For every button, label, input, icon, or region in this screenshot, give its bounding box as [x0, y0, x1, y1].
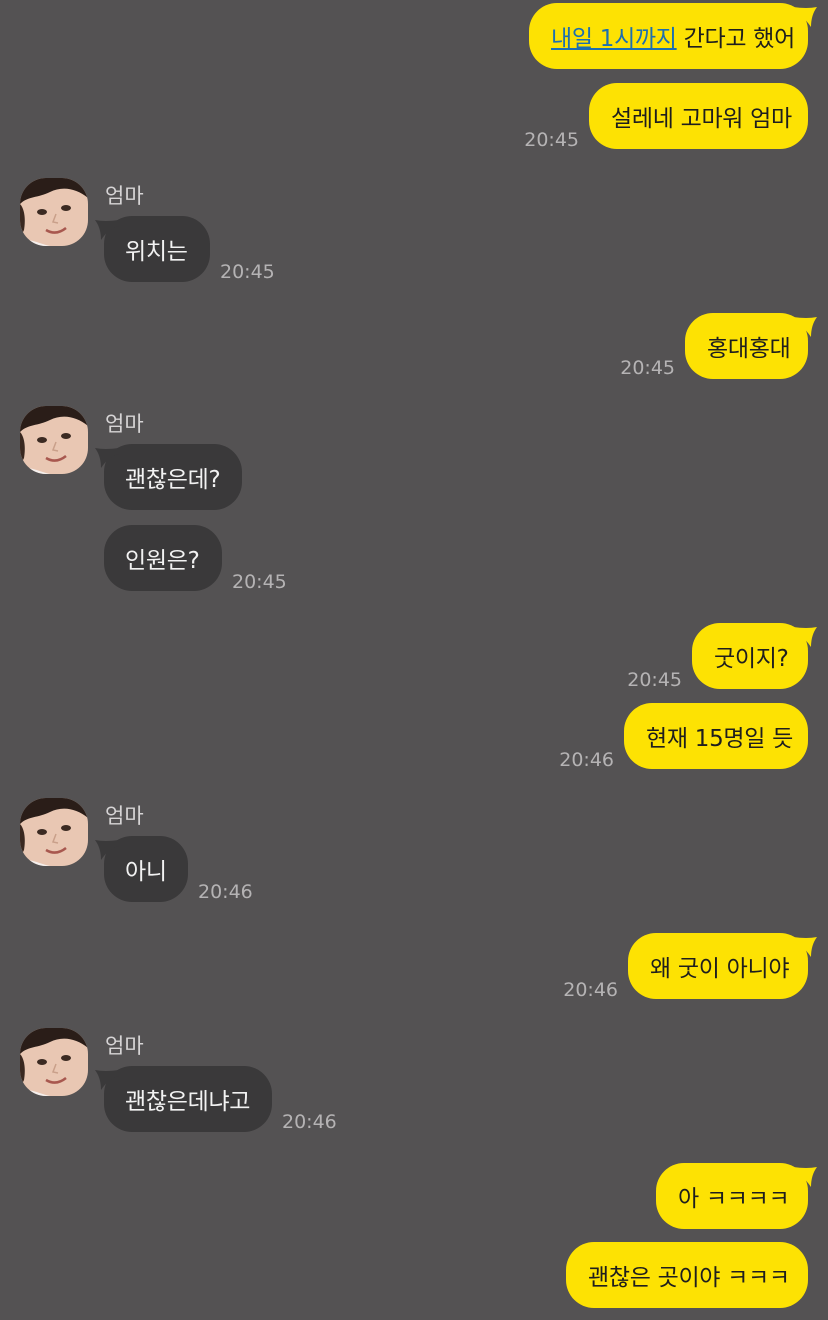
my-message-bubble[interactable]: 괜찮은 곳이야 ㅋㅋㅋ: [566, 1242, 808, 1308]
my-message-bubble[interactable]: 홍대홍대: [685, 313, 817, 379]
my-message-bubble[interactable]: 현재 15명일 듯: [624, 703, 808, 769]
message-timestamp: 20:46: [198, 881, 253, 903]
message-link[interactable]: 내일 1시까지: [551, 19, 677, 53]
their-message-bubble[interactable]: 아니: [95, 836, 188, 902]
my-message-bubble[interactable]: 왜 굿이 아니야: [628, 933, 817, 999]
sender-name: 엄마: [105, 184, 144, 208]
bubble-tail-icon: [793, 937, 817, 957]
their-message-bubble[interactable]: 인원은?: [104, 525, 222, 591]
message-timestamp: 20:46: [282, 1111, 337, 1133]
avatar[interactable]: [20, 406, 88, 474]
bubble-tail-icon: [793, 627, 817, 647]
bubble-tail-icon: [95, 448, 119, 468]
their-message-bubble[interactable]: 괜찮은데냐고: [95, 1066, 272, 1132]
their-message-bubble[interactable]: 위치는: [95, 216, 210, 282]
my-message-bubble[interactable]: 아 ㅋㅋㅋㅋ: [656, 1163, 817, 1229]
bubble-tail-icon: [793, 7, 817, 27]
message-text: 아니: [125, 859, 167, 885]
avatar-image: [20, 798, 88, 866]
their-message-bubble[interactable]: 괜찮은데?: [95, 444, 242, 510]
message-text: 홍대홍대: [707, 336, 791, 362]
my-message-bubble[interactable]: 굿이지?: [692, 623, 817, 689]
my-message-bubble[interactable]: 설레네 고마워 엄마: [589, 83, 808, 149]
message-timestamp: 20:45: [220, 261, 275, 283]
message-text: 간다고 했어: [676, 26, 796, 52]
message-text: 위치는: [125, 239, 188, 265]
avatar[interactable]: [20, 178, 88, 246]
message-timestamp: 20:45: [524, 129, 579, 151]
message-timestamp: 20:45: [620, 357, 675, 379]
message-text: 굿이지?: [714, 646, 789, 672]
message-timestamp: 20:45: [232, 571, 287, 593]
avatar-image: [20, 178, 88, 246]
message-text: 설레네 고마워 엄마: [611, 106, 792, 132]
message-text: 괜찮은데냐고: [125, 1089, 251, 1115]
sender-name: 엄마: [105, 412, 144, 436]
my-message-bubble[interactable]: 내일 1시까지 간다고 했어: [529, 3, 817, 69]
bubble-tail-icon: [793, 1167, 817, 1187]
message-text: 괜찮은 곳이야 ㅋㅋㅋ: [588, 1265, 790, 1291]
bubble-tail-icon: [95, 1070, 119, 1090]
bubble-tail-icon: [95, 220, 119, 240]
avatar-image: [20, 1028, 88, 1096]
message-text: 왜 굿이 아니야: [650, 956, 790, 982]
message-text: 인원은?: [125, 548, 200, 574]
avatar-image: [20, 406, 88, 474]
message-text: 아 ㅋㅋㅋㅋ: [678, 1186, 790, 1212]
sender-name: 엄마: [105, 1034, 144, 1058]
message-timestamp: 20:46: [559, 749, 614, 771]
message-text: 괜찮은데?: [125, 467, 221, 493]
bubble-tail-icon: [95, 840, 119, 860]
sender-name: 엄마: [105, 804, 144, 828]
avatar[interactable]: [20, 798, 88, 866]
message-text: 현재 15명일 듯: [646, 726, 793, 752]
message-timestamp: 20:46: [563, 979, 618, 1001]
bubble-tail-icon: [793, 317, 817, 337]
avatar[interactable]: [20, 1028, 88, 1096]
message-timestamp: 20:45: [627, 669, 682, 691]
